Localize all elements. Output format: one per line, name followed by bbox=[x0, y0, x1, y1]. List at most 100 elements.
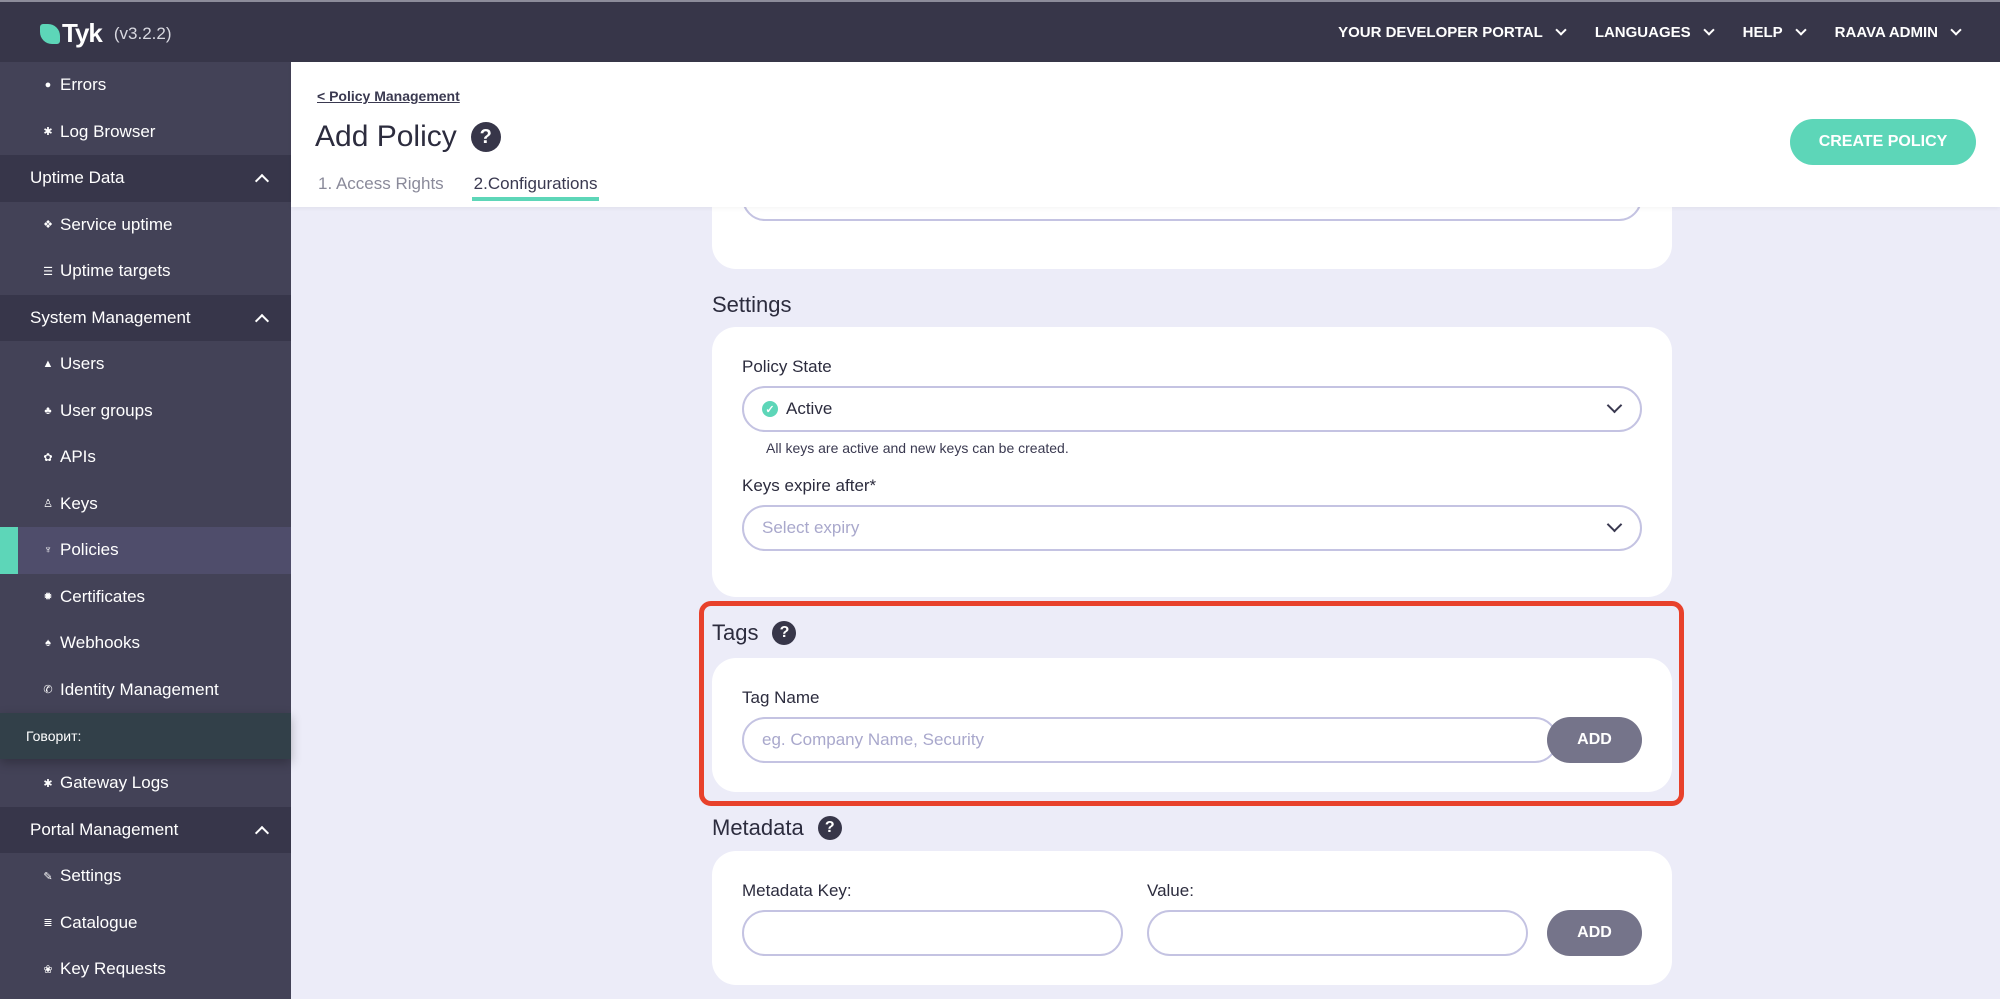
policy-state-value: Active bbox=[786, 399, 833, 418]
logo-text: Tyk bbox=[62, 18, 103, 48]
sidebar-item-certificates[interactable]: ✹ Certificates bbox=[0, 574, 291, 621]
page-header: < Policy Management Add Policy ? 1. Acce… bbox=[291, 62, 2000, 207]
sidebar-item-label: User groups bbox=[60, 400, 153, 420]
policy-state-hint: All keys are active and new keys can be … bbox=[766, 440, 1069, 456]
sidebar-group-uptime-data[interactable]: Uptime Data bbox=[0, 155, 291, 202]
chevron-up-icon bbox=[254, 313, 270, 328]
sidebar-item-service-uptime[interactable]: ❖ Service uptime bbox=[0, 202, 291, 249]
nav-label: HELP bbox=[1742, 23, 1783, 41]
sidebar-item-policies[interactable]: ♆ Policies bbox=[0, 527, 291, 574]
sidebar-item-label: Service uptime bbox=[60, 214, 173, 234]
policy-state-label: Policy State bbox=[742, 357, 832, 376]
settings-title-text: Settings bbox=[712, 292, 792, 317]
nav-help[interactable]: HELP bbox=[1742, 23, 1807, 41]
metadata-title: Metadata ? bbox=[712, 815, 842, 841]
metadata-key-field[interactable] bbox=[742, 910, 1123, 956]
sidebar-item-keys[interactable]: ♙ Keys bbox=[0, 481, 291, 528]
sidebar-item-errors[interactable]: ● Errors bbox=[0, 62, 291, 109]
sidebar-item-catalogue[interactable]: ≣ Catalogue bbox=[0, 900, 291, 947]
nav-user-menu[interactable]: RAAVA ADMIN bbox=[1835, 23, 1962, 41]
users-icon: ♣ bbox=[44, 404, 52, 417]
breadcrumb-policy-management[interactable]: < Policy Management bbox=[317, 88, 460, 104]
tab-access-rights[interactable]: 1. Access Rights bbox=[318, 174, 444, 201]
sidebar-item-label: Certificates bbox=[60, 586, 146, 606]
sidebar-item-identity-management[interactable]: ✆ Identity Management bbox=[0, 667, 291, 714]
tyk-logo[interactable]: Tyk (v3.2.2) bbox=[40, 18, 172, 49]
tag-name-field[interactable] bbox=[742, 717, 1558, 763]
sidebar-group-label: Uptime Data bbox=[30, 168, 125, 188]
sidebar-item-key-requests[interactable]: ❀ Key Requests bbox=[0, 946, 291, 993]
tags-card: Tag Name ADD bbox=[712, 658, 1672, 792]
sitemap-icon: ♙ bbox=[43, 498, 53, 511]
paw-icon: ❀ bbox=[43, 963, 53, 976]
top-nav: YOUR DEVELOPER PORTAL LANGUAGES HELP RAA… bbox=[1338, 2, 1962, 62]
expiry-select[interactable]: Select expiry bbox=[742, 505, 1642, 551]
database-icon: ≣ bbox=[43, 917, 53, 930]
sidebar-group-system-management[interactable]: System Management bbox=[0, 294, 291, 341]
metadata-title-text: Metadata bbox=[712, 815, 804, 840]
chevron-down-icon bbox=[1950, 23, 1962, 36]
sidebar-group-label: Portal Management bbox=[30, 819, 179, 839]
bug-icon: ✱ bbox=[43, 126, 53, 139]
sidebar: ● Errors ✱ Log Browser Uptime Data ❖ Ser… bbox=[0, 62, 291, 999]
speech-tooltip: Говорит: bbox=[0, 713, 291, 759]
tabs: 1. Access Rights 2.Configurations bbox=[318, 174, 600, 201]
cubes-icon: ❖ bbox=[43, 219, 53, 232]
plug-icon: ♆ bbox=[43, 544, 53, 557]
tooltip-text: Говорит: bbox=[26, 728, 82, 744]
chevron-up-icon bbox=[254, 825, 270, 840]
tab-configurations[interactable]: 2.Configurations bbox=[471, 174, 600, 201]
sidebar-item-settings[interactable]: ✎ Settings bbox=[0, 853, 291, 900]
sidebar-group-portal-management[interactable]: Portal Management bbox=[0, 806, 291, 853]
bomb-icon: ● bbox=[44, 79, 52, 92]
sidebar-item-label: Webhooks bbox=[60, 633, 141, 653]
nav-label: YOUR DEVELOPER PORTAL bbox=[1338, 23, 1543, 41]
tags-title-text: Tags bbox=[712, 620, 759, 645]
policy-state-select[interactable]: ✓ Active bbox=[742, 386, 1642, 432]
sidebar-item-label: Policies bbox=[60, 540, 119, 560]
sidebar-item-label: Keys bbox=[60, 493, 98, 513]
sidebar-item-label: Log Browser bbox=[60, 121, 156, 141]
chevron-down-icon bbox=[1606, 397, 1623, 414]
page-title: Add Policy ? bbox=[315, 120, 501, 154]
leaf-icon bbox=[40, 23, 60, 44]
cogs-icon: ✿ bbox=[43, 451, 53, 464]
settings-card: Policy State ✓ Active All keys are activ… bbox=[712, 327, 1672, 597]
sidebar-item-label: Key Requests bbox=[60, 959, 166, 979]
sidebar-item-log-browser[interactable]: ✱ Log Browser bbox=[0, 109, 291, 156]
chevron-up-icon bbox=[254, 174, 270, 189]
add-tag-button[interactable]: ADD bbox=[1547, 717, 1642, 763]
nav-label: LANGUAGES bbox=[1594, 23, 1691, 41]
chevron-down-icon bbox=[1606, 516, 1623, 533]
sidebar-item-label: Errors bbox=[60, 75, 107, 95]
sidebar-item-apis[interactable]: ✿ APIs bbox=[0, 434, 291, 481]
sidebar-item-label: Identity Management bbox=[60, 679, 219, 699]
create-policy-button[interactable]: CREATE POLICY bbox=[1790, 119, 1976, 165]
sidebar-item-users[interactable]: ▲ Users bbox=[0, 341, 291, 388]
metadata-key-label: Metadata Key: bbox=[742, 881, 852, 900]
sidebar-item-webhooks[interactable]: ♠ Webhooks bbox=[0, 620, 291, 667]
tag-name-label: Tag Name bbox=[742, 688, 820, 707]
sidebar-item-uptime-targets[interactable]: ☰ Uptime targets bbox=[0, 248, 291, 295]
version-label: (v3.2.2) bbox=[113, 23, 172, 43]
nav-developer-portal[interactable]: YOUR DEVELOPER PORTAL bbox=[1338, 23, 1567, 41]
help-icon[interactable]: ? bbox=[772, 621, 797, 645]
metadata-value-input[interactable] bbox=[1167, 923, 1526, 943]
help-icon[interactable]: ? bbox=[817, 816, 842, 840]
sidebar-item-gateway-logs[interactable]: ✱ Gateway Logs bbox=[0, 760, 291, 807]
tag-name-input[interactable] bbox=[762, 730, 1556, 750]
sidebar-item-label: APIs bbox=[60, 447, 96, 467]
add-metadata-button[interactable]: ADD bbox=[1547, 910, 1642, 956]
help-icon[interactable]: ? bbox=[470, 122, 501, 152]
metadata-value-field[interactable] bbox=[1147, 910, 1528, 956]
nav-languages[interactable]: LANGUAGES bbox=[1594, 23, 1715, 41]
metadata-key-input[interactable] bbox=[762, 923, 1121, 943]
sidebar-item-user-groups[interactable]: ♣ User groups bbox=[0, 388, 291, 435]
top-bar: Tyk (v3.2.2) YOUR DEVELOPER PORTAL LANGU… bbox=[0, 0, 2000, 62]
metadata-card: Metadata Key: Value: ADD bbox=[712, 851, 1672, 985]
bug-icon: ✱ bbox=[43, 777, 53, 790]
chevron-down-icon bbox=[1702, 23, 1715, 36]
sidebar-item-label: Users bbox=[60, 354, 105, 374]
page-title-text: Add Policy bbox=[315, 120, 457, 153]
settings-title: Settings bbox=[712, 292, 792, 318]
